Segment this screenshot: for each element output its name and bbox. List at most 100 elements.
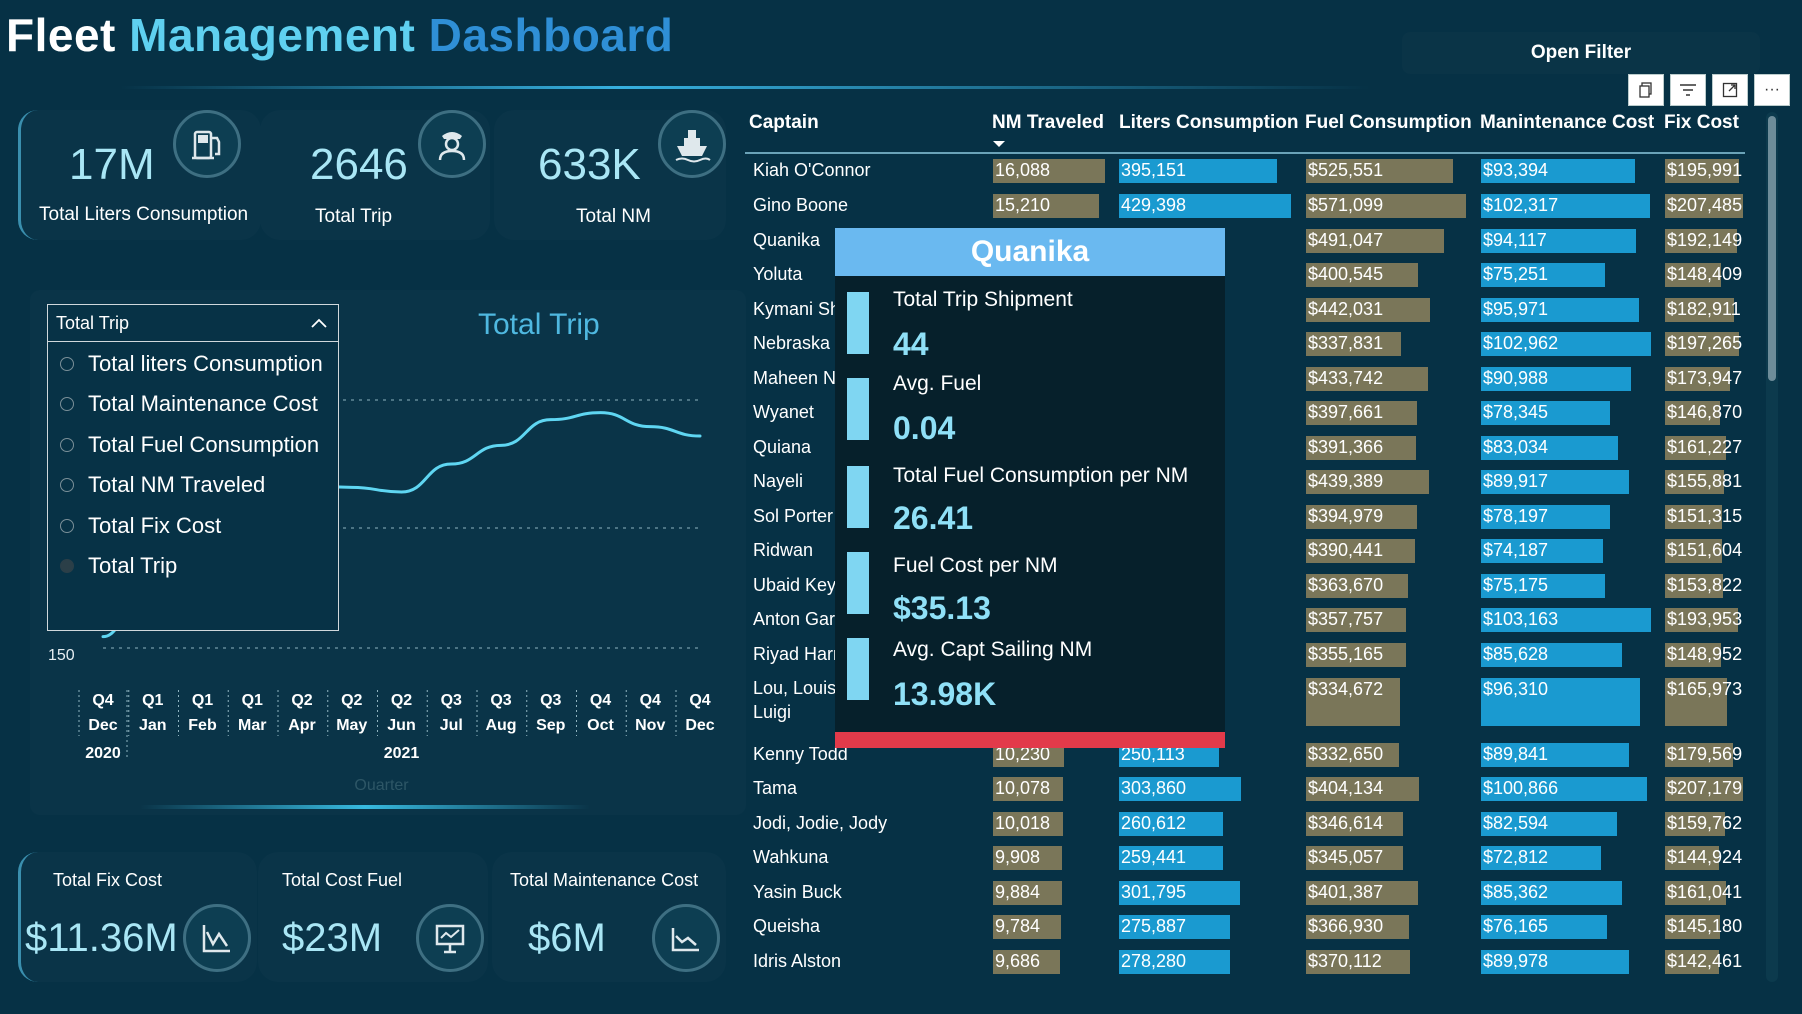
table-cell: $151,315	[1667, 506, 1743, 526]
scrollbar-thumb[interactable]	[1768, 116, 1776, 381]
measure-selector-dropdown[interactable]: Total Trip Total liters Consumption Tota…	[47, 304, 339, 631]
column-header[interactable]: Captain	[749, 112, 819, 134]
table-cell: $76,165	[1483, 916, 1549, 936]
title-word-1: Fleet	[6, 9, 116, 61]
captain-name: Yasin Buck	[753, 882, 842, 902]
table-cell: $82,594	[1483, 813, 1549, 833]
tooltip-title: Quanika	[835, 228, 1225, 276]
kpi-value: 17M	[69, 140, 155, 189]
radio-icon	[60, 438, 74, 452]
tooltip-label: Total Trip Shipment	[893, 288, 1073, 311]
measure-option[interactable]: Total Maintenance Cost	[60, 391, 318, 417]
focus-mode-icon[interactable]	[1712, 74, 1748, 106]
captain-name: Kiah O'Connor	[753, 160, 871, 180]
table-cell: $95,971	[1483, 299, 1549, 319]
measure-option-selected[interactable]: Total Trip	[60, 553, 177, 579]
column-header[interactable]: Fuel Consumption	[1305, 112, 1472, 134]
open-filter-button[interactable]: Open Filter	[1402, 32, 1760, 74]
captain-name: Wyanet	[753, 402, 814, 422]
measure-option[interactable]: Total liters Consumption	[60, 351, 323, 377]
kpi-card-trip: 2646 Total Trip	[260, 110, 490, 240]
measure-option[interactable]: Total Fix Cost	[60, 513, 221, 539]
captain-name: Lou, Louis, Luigi	[753, 678, 842, 722]
table-cell: $161,041	[1667, 882, 1743, 902]
x-tick-quarter: Q4	[640, 692, 661, 709]
captain-icon	[418, 110, 486, 178]
table-row[interactable]: Queisha 9,784 275,887 $366,930 $76,165 $145,1…	[745, 910, 1745, 945]
x-tick-quarter: Q2	[391, 692, 412, 709]
presentation-board-icon	[416, 904, 484, 972]
kpi-label: Total Liters Consumption	[39, 204, 249, 225]
column-header[interactable]: Fix Cost	[1664, 112, 1739, 134]
table-cell: $146,870	[1667, 402, 1743, 422]
table-cell: $142,461	[1667, 951, 1743, 971]
sort-descending-icon	[993, 141, 1005, 147]
table-cell: $72,812	[1483, 847, 1549, 867]
table-cell: $89,841	[1483, 744, 1549, 764]
page-title: Fleet Management Dashboard	[6, 8, 673, 62]
table-cell: $332,650	[1308, 744, 1384, 764]
table-cell: $103,163	[1483, 609, 1559, 629]
ship-icon	[658, 110, 726, 178]
radio-icon	[60, 397, 74, 411]
table-row[interactable]: Gino Boone 15,210 429,398 $571,099 $102,317 $…	[745, 189, 1745, 224]
table-cell: $192,149	[1667, 230, 1743, 250]
table-row[interactable]: Idris Alston 9,686 278,280 $370,112 $89,978 $…	[745, 945, 1745, 979]
x-tick-month: Dec	[685, 717, 714, 734]
captain-tooltip: Quanika Total Trip Shipment 44 Avg. Fuel…	[835, 228, 1225, 748]
kpi-value: $6M	[528, 916, 606, 960]
x-tick-month: May	[336, 717, 367, 734]
table-cell: $346,614	[1308, 813, 1384, 833]
table-cell: 303,860	[1121, 778, 1187, 798]
table-cell: $370,112	[1308, 951, 1382, 971]
x-tick-quarter: Q3	[540, 692, 561, 709]
column-header-sorted[interactable]: NM Traveled	[992, 112, 1104, 134]
table-cell: $401,387	[1308, 882, 1384, 902]
table-cell: $173,947	[1667, 368, 1743, 388]
radio-icon	[60, 559, 74, 573]
fuel-pump-icon	[173, 110, 241, 178]
measure-option[interactable]: Total Fuel Consumption	[60, 432, 319, 458]
radio-icon	[60, 357, 74, 371]
table-cell: $337,831	[1308, 333, 1384, 353]
more-options-icon[interactable]: ···	[1754, 74, 1790, 106]
table-cell: $89,917	[1483, 471, 1549, 491]
table-row[interactable]: Wahkuna 9,908 259,441 $345,057 $72,812 $144,9…	[745, 841, 1745, 876]
table-row[interactable]: Yasin Buck 9,884 301,795 $401,387 $85,362 $16…	[745, 876, 1745, 910]
captain-name: Anton Gar	[753, 609, 836, 629]
table-cell: $102,317	[1483, 195, 1559, 215]
table-cell: 260,612	[1121, 813, 1187, 833]
table-cell: $78,197	[1483, 506, 1549, 526]
table-row[interactable]: Jodi, Jodie, Jody 10,018 260,612 $346,614 $8…	[745, 807, 1745, 841]
chevron-up-icon[interactable]	[310, 317, 328, 329]
kpi-card-nm: 633K Total NM	[494, 110, 726, 240]
x-tick-year: 2021	[384, 745, 420, 762]
selected-measure: Total Trip	[56, 313, 130, 333]
table-row[interactable]: Kiah O'Connor 16,088 395,151 $525,551 $93,39…	[745, 154, 1745, 189]
measure-option[interactable]: Total NM Traveled	[60, 472, 265, 498]
measure-selector-header[interactable]: Total Trip	[48, 305, 338, 342]
x-tick-quarter: Q3	[441, 692, 462, 709]
filter-icon[interactable]	[1670, 74, 1706, 106]
kpi-value: 2646	[310, 140, 408, 189]
tooltip-label: Fuel Cost per NM	[893, 554, 1058, 577]
copy-icon[interactable]	[1628, 74, 1664, 106]
kpi-label: Total NM	[576, 206, 651, 227]
captain-name: Wahkuna	[753, 847, 829, 867]
table-cell: $83,034	[1483, 437, 1549, 457]
column-header[interactable]: Manintenance Cost	[1480, 112, 1654, 134]
table-cell: $404,134	[1308, 778, 1384, 798]
table-cell: 10,078	[995, 778, 1051, 798]
column-header[interactable]: Liters Consumption	[1119, 112, 1298, 134]
captain-name: Ubaid Key	[753, 575, 837, 595]
table-cell: $195,991	[1667, 160, 1743, 180]
table-cell: $155,881	[1667, 471, 1743, 491]
tooltip-label: Total Fuel Consumption per NM	[893, 464, 1189, 487]
kpi-label: Total Maintenance Cost	[510, 870, 699, 890]
table-cell: $193,953	[1667, 609, 1743, 629]
table-cell: $439,389	[1308, 471, 1384, 491]
table-cell: $161,227	[1667, 437, 1743, 457]
captain-name: Kenny Todd	[753, 744, 848, 764]
table-row[interactable]: Tama 10,078 303,860 $404,134 $100,866 $207,17…	[745, 772, 1745, 807]
x-tick-month: Sep	[536, 717, 566, 734]
